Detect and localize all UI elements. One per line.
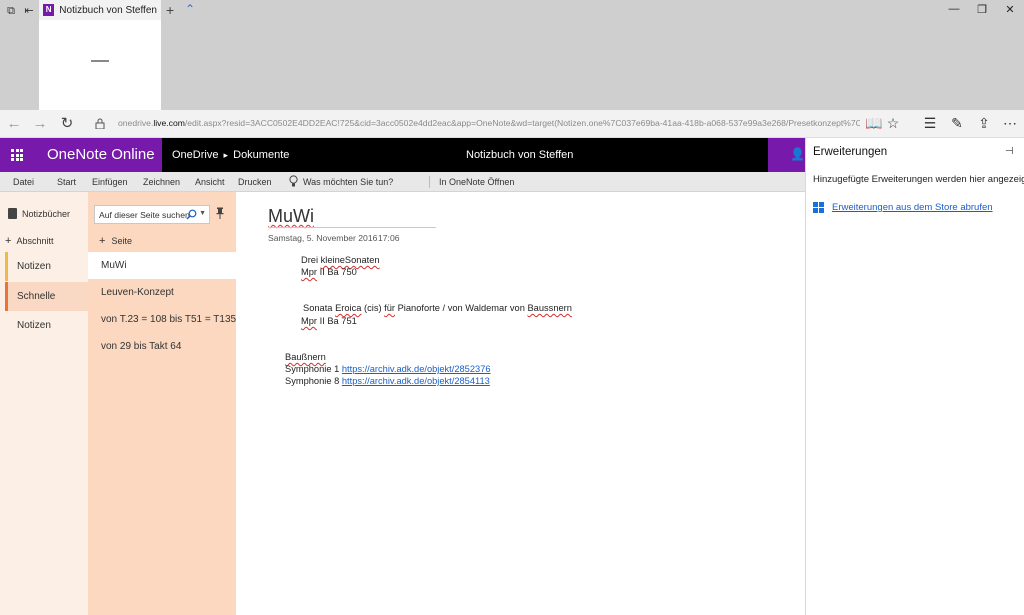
page-item-muwi[interactable]: MuWi (88, 252, 236, 279)
tab-manager-icon[interactable]: ⧉ (4, 4, 18, 18)
share-button[interactable]: 👤 (768, 138, 805, 172)
extensions-title: Erweiterungen (813, 146, 888, 158)
new-tab-icon[interactable]: + (166, 2, 174, 18)
notebooks-label: Notizbücher (22, 208, 71, 219)
onenote-favicon-icon: N (43, 4, 55, 16)
note-line[interactable]: Sonata Eroica (cis) für Pianoforte / von… (303, 303, 572, 313)
tab-start[interactable]: Start (57, 177, 76, 187)
pages-pane: Auf dieser Seite suchen ▼ + Seite MuWi Le… (88, 192, 236, 615)
breadcrumb-onedrive[interactable]: OneDrive (172, 149, 218, 161)
archive-link[interactable]: https://archiv.adk.de/objekt/2854113 (342, 376, 490, 386)
store-link-row[interactable]: Erweiterungen aus dem Store abrufen (813, 202, 993, 213)
page-item-leuven-konzept[interactable]: Leuven-Konzept (88, 279, 236, 306)
page-canvas[interactable]: MuWi Samstag, 5. November 2016 17:06 Dre… (236, 192, 804, 615)
open-in-onenote-button[interactable]: In OneNote Öffnen (439, 177, 514, 187)
section-label: Notizen (17, 261, 51, 272)
add-page-button[interactable]: + Seite (99, 235, 132, 247)
breadcrumb-dokumente[interactable]: Dokumente (233, 149, 289, 161)
hub-icon[interactable]: ☰ (920, 115, 940, 132)
plus-icon: + (99, 235, 106, 247)
search-icon[interactable] (186, 209, 197, 220)
url-field[interactable]: onedrive.live.com/edit.aspx?resid=3ACC05… (118, 118, 860, 128)
note-line[interactable]: Mpr II Ba 751 (301, 316, 357, 326)
ribbon-divider (429, 176, 430, 188)
section-item-notizen[interactable]: Notizen (5, 252, 88, 281)
note-line[interactable]: Baußnern (285, 352, 326, 362)
app-header: OneNote Online OneDrive ▸ Dokumente Noti… (0, 138, 805, 172)
refresh-icon[interactable]: ↻ (57, 115, 77, 133)
section-label: Schnelle Notizen (17, 291, 56, 331)
more-icon[interactable]: ⋯ (1000, 115, 1020, 132)
section-color-tab (5, 252, 8, 281)
close-icon[interactable]: ✕ (1002, 3, 1018, 16)
thumbnail-content (91, 60, 109, 62)
sections-pane: Notizbücher + Abschnitt Notizen Schnelle … (0, 192, 88, 615)
set-aside-tabs-icon[interactable]: ⇤ (22, 4, 36, 18)
note-line[interactable]: Drei kleineSonaten (301, 255, 380, 265)
plus-icon: + (5, 235, 12, 247)
store-icon (813, 202, 824, 213)
extensions-description: Hinzugefügte Erweiterungen werden hier a… (813, 174, 1024, 185)
get-extensions-link[interactable]: Erweiterungen aus dem Store abrufen (832, 202, 993, 213)
extensions-panel: Erweiterungen ⊣ Hinzugefügte Erweiterung… (805, 138, 1024, 615)
notebook-icon (8, 208, 17, 219)
page-item-t23-bis-t51[interactable]: von T.23 = 108 bis T51 = T135 (88, 306, 236, 333)
note-line: Symphonie 8 https://archiv.adk.de/objekt… (285, 376, 490, 386)
lock-icon (95, 118, 105, 129)
tell-me-search[interactable]: Was möchten Sie tun? (303, 177, 393, 187)
page-search-input[interactable]: Auf dieser Seite suchen ▼ (94, 205, 210, 224)
search-placeholder: Auf dieser Seite suchen (99, 210, 190, 220)
tab-datei[interactable]: Datei (13, 177, 34, 187)
person-icon: 👤 (790, 147, 805, 161)
favorite-star-icon[interactable]: ☆ (883, 115, 903, 132)
page-title[interactable]: MuWi (268, 206, 314, 227)
tab-title: Notizbuch von Steffen - (59, 4, 157, 16)
browser-tab[interactable]: N Notizbuch von Steffen - (39, 0, 161, 110)
page-item-29-bis-takt-64[interactable]: von 29 bis Takt 64 (88, 333, 236, 360)
app-launcher-icon[interactable] (0, 138, 34, 172)
tab-zeichnen[interactable]: Zeichnen (143, 177, 180, 187)
share-icon[interactable]: ⇪ (974, 115, 994, 132)
reading-view-icon[interactable]: 📖 (864, 115, 884, 132)
add-section-button[interactable]: + Abschnitt (5, 235, 53, 247)
tab-preview-thumbnail (39, 20, 161, 110)
tab-ansicht[interactable]: Ansicht (195, 177, 225, 187)
note-line[interactable]: Mpr II Ba 750 (301, 267, 357, 277)
page-time: 17:06 (378, 233, 400, 243)
archive-link[interactable]: https://archiv.adk.de/objekt/2852376 (342, 364, 491, 374)
web-note-icon[interactable]: ✎ (947, 115, 967, 132)
breadcrumb-separator-icon: ▸ (223, 150, 229, 160)
breadcrumb: OneDrive ▸ Dokumente (172, 149, 289, 161)
minimize-icon[interactable]: — (946, 3, 962, 15)
tab-drucken[interactable]: Drucken (238, 177, 272, 187)
chevron-down-icon[interactable]: ▼ (199, 210, 206, 217)
add-page-label: Seite (111, 236, 132, 246)
add-section-label: Abschnitt (16, 236, 54, 246)
notebooks-button[interactable]: Notizbücher (8, 208, 70, 219)
pin-panel-icon[interactable]: ⊣ (1005, 146, 1014, 157)
page-date: Samstag, 5. November 2016 (268, 233, 378, 243)
browser-titlebar: ⧉ ⇤ N Notizbuch von Steffen - + ⌃ — ❐ ✕ (0, 0, 1024, 110)
back-icon[interactable]: ← (4, 115, 24, 133)
lightbulb-icon (289, 175, 298, 187)
notebook-title: Notizbuch von Steffen (466, 149, 574, 161)
forward-icon[interactable]: → (30, 115, 50, 133)
address-bar: ← → ↻ onedrive.live.com/edit.aspx?resid=… (0, 110, 1024, 138)
section-item-schnelle-notizen[interactable]: Schnelle Notizen (5, 282, 88, 331)
section-color-tab (5, 282, 8, 311)
maximize-icon[interactable]: ❐ (974, 3, 990, 16)
app-name[interactable]: OneNote Online (34, 138, 162, 172)
tab-preview-chevron-icon[interactable]: ⌃ (185, 2, 195, 16)
pin-icon[interactable] (216, 207, 224, 219)
ribbon: Datei Start Einfügen Zeichnen Ansicht Dr… (0, 172, 805, 192)
note-line: Symphonie 1 https://archiv.adk.de/objekt… (285, 364, 491, 374)
tab-einfuegen[interactable]: Einfügen (92, 177, 128, 187)
title-underline (268, 227, 436, 228)
